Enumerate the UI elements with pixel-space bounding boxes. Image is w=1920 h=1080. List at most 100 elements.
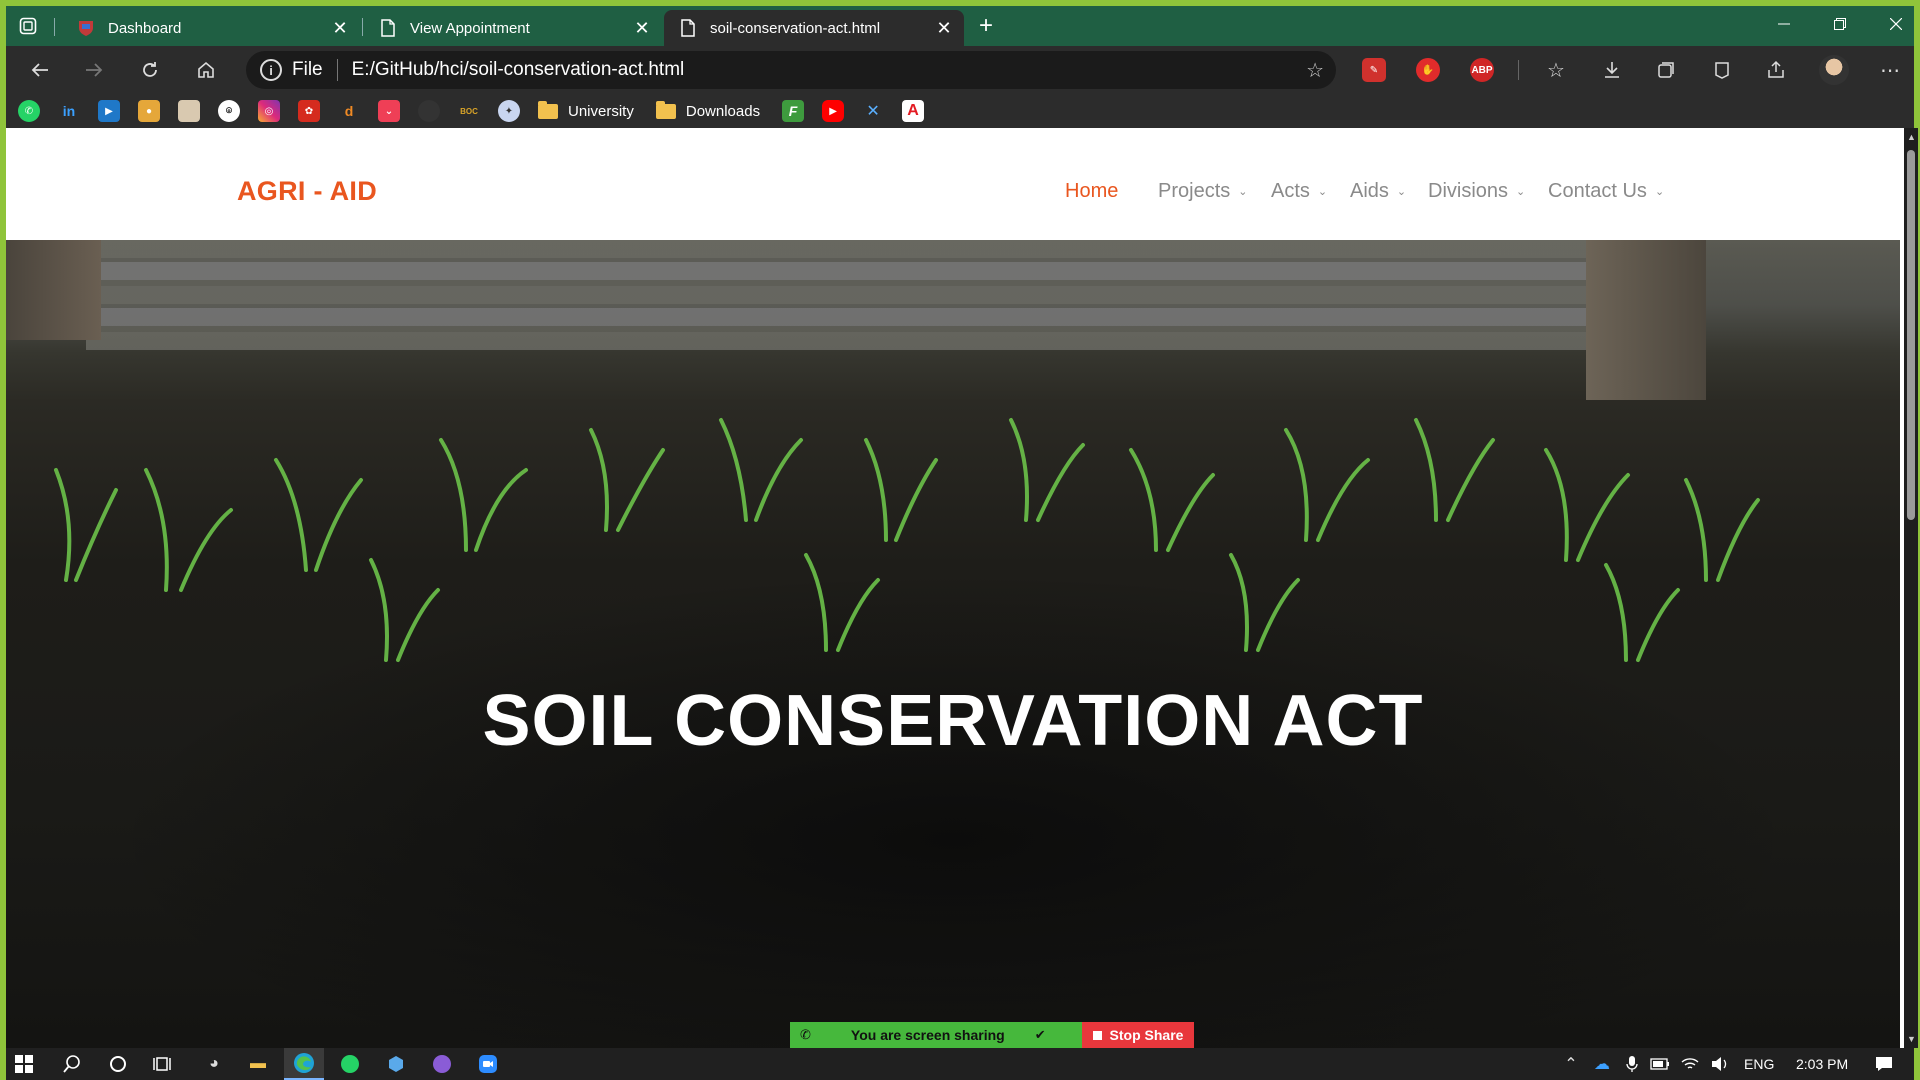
tab-title: soil-conservation-act.html: [710, 19, 881, 37]
zoom-icon[interactable]: [476, 1052, 500, 1076]
nav-home[interactable]: Home: [1065, 180, 1118, 203]
chevron-down-icon: ⌄: [1317, 186, 1328, 198]
linkedin-icon[interactable]: in: [58, 100, 80, 122]
github-icon[interactable]: ⌾: [218, 100, 240, 122]
tab-dashboard[interactable]: Dashboard ✕: [62, 10, 360, 46]
microphone-icon[interactable]: [1620, 1052, 1644, 1076]
notifications-icon[interactable]: [1872, 1052, 1896, 1076]
nav-label: Divisions: [1428, 180, 1509, 202]
circle-icon[interactable]: [418, 100, 440, 122]
scroll-down-icon[interactable]: ▼: [1907, 1034, 1916, 1044]
hand-extension-icon[interactable]: ✋: [1416, 58, 1440, 82]
pocket-icon[interactable]: ⌄: [378, 100, 400, 122]
nav-label: Aids: [1350, 180, 1389, 202]
windows-start-icon[interactable]: [12, 1052, 36, 1076]
site-logo[interactable]: AGRI - AID: [237, 176, 377, 207]
boc-icon[interactable]: BOC: [458, 100, 480, 122]
hero-title: SOIL CONSERVATION ACT: [482, 681, 1424, 761]
cinema-icon[interactable]: ●: [138, 100, 160, 122]
share-icon[interactable]: [1760, 54, 1792, 86]
wifi-icon[interactable]: [1678, 1052, 1702, 1076]
emblem-icon[interactable]: ✦: [498, 100, 520, 122]
nav-contact-us[interactable]: Contact Us ⌄: [1548, 180, 1664, 203]
shield-crest-icon: [76, 18, 96, 38]
screen-share-message: ✆ You are screen sharing ✔: [790, 1022, 1082, 1048]
more-menu-icon[interactable]: ⋯: [1874, 54, 1906, 86]
forward-icon[interactable]: [78, 54, 110, 86]
home-icon[interactable]: [190, 54, 222, 86]
restore-icon[interactable]: [1812, 6, 1868, 42]
cortana-icon[interactable]: [106, 1052, 130, 1076]
browser-toolbar: i File E:/GitHub/hci/soil-conservation-a…: [6, 46, 1914, 94]
nav-projects[interactable]: Projects ⌄: [1158, 180, 1247, 203]
url-text[interactable]: E:/GitHub/hci/soil-conservation-act.html: [352, 59, 685, 81]
close-icon[interactable]: ✕: [932, 16, 956, 40]
tab-actions-icon[interactable]: [16, 14, 40, 38]
back-icon[interactable]: [24, 54, 56, 86]
task-view-icon[interactable]: [150, 1052, 174, 1076]
adblock-plus-icon[interactable]: ABP: [1470, 58, 1494, 82]
bookmark-folder-downloads[interactable]: Downloads: [655, 100, 760, 120]
scroll-up-icon[interactable]: ▲: [1907, 132, 1916, 142]
url-divider: [336, 59, 338, 81]
toolbar-divider: [1518, 60, 1519, 80]
performance-icon[interactable]: [1706, 54, 1738, 86]
downloads-icon[interactable]: [1596, 54, 1628, 86]
bookmark-folder-label: University: [568, 102, 634, 120]
battery-icon[interactable]: [1648, 1052, 1672, 1076]
bookmark-folder-university[interactable]: University: [538, 100, 634, 120]
address-bar[interactable]: i File E:/GitHub/hci/soil-conservation-a…: [246, 51, 1336, 89]
close-icon[interactable]: ✕: [630, 16, 654, 40]
close-icon[interactable]: ✕: [328, 16, 352, 40]
dx-icon[interactable]: d: [338, 100, 360, 122]
file-explorer-icon[interactable]: ▬: [246, 1052, 270, 1076]
scrollbar-thumb[interactable]: [1907, 150, 1915, 520]
page-scrollbar[interactable]: ▲ ▼: [1904, 128, 1918, 1048]
collections-icon[interactable]: [1650, 54, 1682, 86]
f-icon[interactable]: F: [782, 100, 805, 122]
stop-share-button[interactable]: Stop Share: [1082, 1022, 1194, 1048]
refresh-icon[interactable]: [134, 54, 166, 86]
x-icon[interactable]: ✕: [862, 100, 884, 122]
tab-strip: Dashboard ✕ View Appointment ✕ soil-cons…: [6, 6, 1914, 46]
search-icon[interactable]: [60, 1052, 84, 1076]
whatsapp-taskbar-icon[interactable]: [338, 1052, 362, 1076]
whatsapp-icon[interactable]: ✆: [18, 100, 40, 122]
video-icon[interactable]: ▶: [98, 100, 120, 122]
tab-title: View Appointment: [410, 19, 530, 37]
nav-label: Contact Us: [1548, 180, 1647, 202]
tab-soil-conservation-act[interactable]: soil-conservation-act.html ✕: [664, 10, 964, 46]
paint-app-icon[interactable]: ◕: [202, 1052, 226, 1076]
youtube-icon[interactable]: ▶: [822, 100, 845, 122]
github-desktop-icon[interactable]: [430, 1052, 454, 1076]
profile-avatar[interactable]: [1819, 55, 1849, 85]
add-favorite-icon[interactable]: ☆: [1306, 58, 1324, 83]
site-info-icon[interactable]: i: [260, 59, 282, 81]
screen-share-banner: ✆ You are screen sharing ✔ Stop Share: [790, 1022, 1194, 1048]
3d-cube-icon[interactable]: [384, 1052, 408, 1076]
minimize-icon[interactable]: [1756, 6, 1812, 42]
stop-share-label: Stop Share: [1109, 1027, 1184, 1043]
nav-aids[interactable]: Aids ⌄: [1350, 180, 1406, 203]
volume-icon[interactable]: [1708, 1052, 1732, 1076]
window-close-icon[interactable]: [1868, 6, 1920, 42]
adobe-icon[interactable]: A: [902, 100, 925, 122]
hero-banner: SOIL CONSERVATION ACT: [6, 240, 1900, 1048]
chevron-down-icon: ⌄: [1238, 186, 1248, 198]
huawei-icon[interactable]: ✿: [298, 100, 320, 122]
pen-extension-icon[interactable]: ✎: [1362, 58, 1386, 82]
photo-icon[interactable]: [178, 100, 200, 122]
system-clock[interactable]: 2:03 PM: [1796, 1056, 1848, 1072]
document-icon: [378, 18, 398, 38]
tab-view-appointment[interactable]: View Appointment ✕: [364, 10, 662, 46]
favorites-icon[interactable]: ☆: [1540, 54, 1572, 86]
folder-icon: [655, 100, 676, 119]
language-indicator[interactable]: ENG: [1744, 1056, 1774, 1072]
nav-acts[interactable]: Acts ⌄: [1271, 180, 1327, 203]
instagram-icon[interactable]: ◎: [258, 100, 280, 122]
new-tab-button[interactable]: +: [972, 12, 1000, 40]
onedrive-icon[interactable]: ☁: [1590, 1052, 1614, 1076]
chevron-up-icon[interactable]: ⌃: [1559, 1052, 1583, 1076]
nav-divisions[interactable]: Divisions ⌄: [1428, 180, 1525, 203]
edge-taskbar-icon[interactable]: [284, 1048, 324, 1080]
